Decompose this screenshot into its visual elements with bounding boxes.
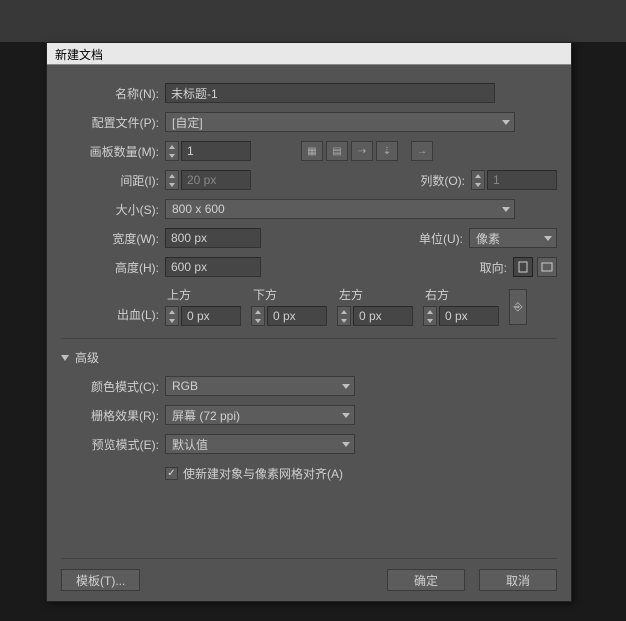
bleed-left-header: 左方 xyxy=(337,286,415,303)
artboards-input[interactable] xyxy=(181,141,251,161)
landscape-icon xyxy=(541,262,553,272)
cols-stepper[interactable] xyxy=(471,170,485,190)
bleed-top-stepper[interactable] xyxy=(165,306,179,326)
cols-input[interactable] xyxy=(487,170,557,190)
colormode-select[interactable]: RGB xyxy=(165,376,355,396)
grid-by-row-icon[interactable]: ▦ xyxy=(301,141,323,161)
orient-label: 取向: xyxy=(473,259,513,276)
arrow-right-icon[interactable]: → xyxy=(411,141,433,161)
width-input[interactable] xyxy=(165,228,261,248)
size-value: 800 x 600 xyxy=(172,202,225,216)
chevron-down-icon xyxy=(342,384,350,389)
units-label: 单位(U): xyxy=(409,230,469,247)
bleed-left-stepper[interactable] xyxy=(337,306,351,326)
bleed-bottom-stepper[interactable] xyxy=(251,306,265,326)
preview-label: 预览模式(E): xyxy=(61,436,165,453)
ok-button[interactable]: 确定 xyxy=(387,569,465,591)
height-label: 高度(H): xyxy=(61,259,165,276)
units-value: 像素 xyxy=(476,230,500,247)
bleed-label: 出血(L): xyxy=(61,306,165,323)
preview-value: 默认值 xyxy=(172,436,208,453)
link-bleeds-button[interactable]: ⎆ xyxy=(509,289,527,325)
grid-by-col-icon[interactable]: ▤ xyxy=(326,141,348,161)
spacing-input[interactable] xyxy=(181,170,251,190)
cols-label: 列数(O): xyxy=(411,172,471,189)
raster-select[interactable]: 屏幕 (72 ppi) xyxy=(165,405,355,425)
chevron-down-icon xyxy=(342,442,350,447)
size-label: 大小(S): xyxy=(61,201,165,218)
spacing-stepper[interactable] xyxy=(165,170,179,190)
size-select[interactable]: 800 x 600 xyxy=(165,199,515,219)
bleed-right-input[interactable] xyxy=(439,306,499,326)
spacing-label: 间距(I): xyxy=(61,172,165,189)
bleed-bottom-header: 下方 xyxy=(251,286,329,303)
chevron-down-icon xyxy=(502,120,510,125)
chevron-down-icon xyxy=(342,413,350,418)
bleed-right-header: 右方 xyxy=(423,286,501,303)
new-document-dialog: 新建文档 名称(N): 配置文件(P): [自定] 画板数量(M): ▦ ▤ ⇢… xyxy=(46,42,572,602)
align-pixel-grid-checkbox[interactable]: ✓ xyxy=(165,467,178,480)
colormode-value: RGB xyxy=(172,379,198,393)
cancel-button[interactable]: 取消 xyxy=(479,569,557,591)
advanced-section-toggle[interactable]: 高级 xyxy=(61,349,557,366)
name-label: 名称(N): xyxy=(61,85,165,102)
raster-value: 屏幕 (72 ppi) xyxy=(172,407,240,424)
align-pixel-grid-label: 使新建对象与像素网格对齐(A) xyxy=(183,465,343,482)
portrait-icon xyxy=(518,261,528,273)
template-button[interactable]: 模板(T)... xyxy=(61,569,140,591)
preview-select[interactable]: 默认值 xyxy=(165,434,355,454)
dialog-title: 新建文档 xyxy=(47,43,571,65)
profile-value: [自定] xyxy=(172,114,203,131)
height-input[interactable] xyxy=(165,257,261,277)
bleed-bottom-input[interactable] xyxy=(267,306,327,326)
orientation-landscape-button[interactable] xyxy=(537,257,557,277)
bleed-right-stepper[interactable] xyxy=(423,306,437,326)
bleed-left-input[interactable] xyxy=(353,306,413,326)
width-label: 宽度(W): xyxy=(61,230,165,247)
chevron-down-icon xyxy=(544,236,552,241)
colormode-label: 颜色模式(C): xyxy=(61,378,165,395)
bleed-top-header: 上方 xyxy=(165,286,243,303)
raster-label: 栅格效果(R): xyxy=(61,407,165,424)
chevron-down-icon xyxy=(502,207,510,212)
profile-select[interactable]: [自定] xyxy=(165,112,515,132)
arrange-col-icon[interactable]: ⇣ xyxy=(376,141,398,161)
advanced-label: 高级 xyxy=(75,349,99,366)
units-select[interactable]: 像素 xyxy=(469,228,557,248)
bleed-top-input[interactable] xyxy=(181,306,241,326)
orientation-portrait-button[interactable] xyxy=(513,257,533,277)
disclosure-triangle-icon xyxy=(61,355,69,361)
name-input[interactable] xyxy=(165,83,495,103)
link-icon: ⎆ xyxy=(514,301,523,314)
artboards-stepper[interactable] xyxy=(165,141,179,161)
arrange-row-icon[interactable]: ⇢ xyxy=(351,141,373,161)
artboards-label: 画板数量(M): xyxy=(61,143,165,160)
profile-label: 配置文件(P): xyxy=(61,114,165,131)
